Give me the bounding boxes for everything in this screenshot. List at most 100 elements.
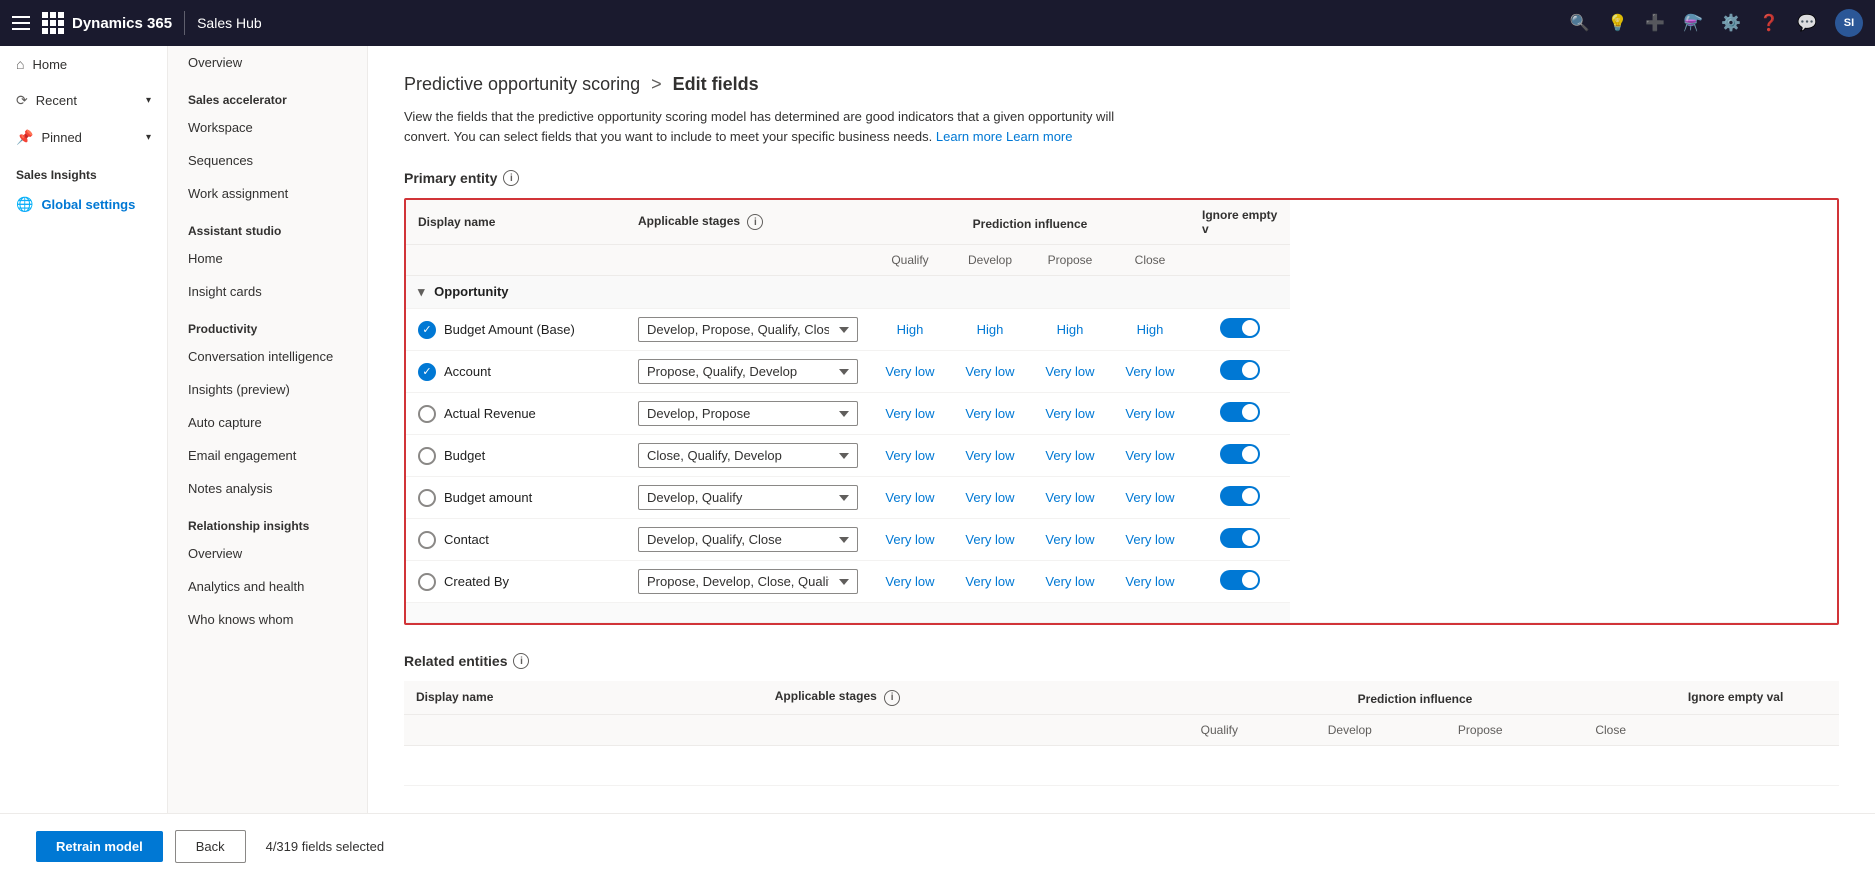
page-description: View the fields that the predictive oppo… xyxy=(404,107,1124,146)
develop-influence[interactable]: Very low xyxy=(962,574,1018,589)
close-influence[interactable]: Very low xyxy=(1122,490,1178,505)
hamburger-menu[interactable] xyxy=(12,16,30,30)
chat-icon[interactable]: 💬 xyxy=(1797,13,1817,33)
qualify-influence[interactable]: Very low xyxy=(882,364,938,379)
row-checkbox[interactable] xyxy=(418,489,436,507)
re-stages-info-icon[interactable]: i xyxy=(884,690,900,706)
sidebar-work-assignment[interactable]: Work assignment xyxy=(168,177,367,210)
sidebar-insight-cards[interactable]: Insight cards xyxy=(168,275,367,308)
row-checkbox[interactable]: ✓ xyxy=(418,321,436,339)
group-chevron[interactable]: ▾ xyxy=(418,284,425,299)
develop-influence[interactable]: Very low xyxy=(962,490,1018,505)
stages-select[interactable]: Develop, Qualify xyxy=(638,485,858,510)
sidebar-item-home[interactable]: ⌂ Home xyxy=(0,46,167,82)
row-checkbox[interactable]: ✓ xyxy=(418,363,436,381)
primary-entity-info-icon[interactable]: i xyxy=(503,170,519,186)
sidebar-notes-analysis[interactable]: Notes analysis xyxy=(168,472,367,505)
develop-influence[interactable]: Very low xyxy=(962,448,1018,463)
propose-influence[interactable]: Very low xyxy=(1042,532,1098,547)
sidebar-sequences[interactable]: Sequences xyxy=(168,144,367,177)
sidebar-overview[interactable]: Overview xyxy=(168,46,367,79)
row-checkbox[interactable] xyxy=(418,531,436,549)
table-row: Actual RevenueDevelop, ProposeVery lowVe… xyxy=(406,393,1837,435)
stages-info-icon[interactable]: i xyxy=(747,214,763,230)
ignore-empty-toggle[interactable] xyxy=(1220,570,1260,590)
nav-divider xyxy=(184,11,185,35)
th-develop: Develop xyxy=(950,245,1030,276)
qualify-influence[interactable]: High xyxy=(882,322,938,337)
ignore-empty-toggle[interactable] xyxy=(1220,318,1260,338)
sidebar-item-recent[interactable]: ⟳ Recent ▾ xyxy=(0,82,167,119)
filter-icon[interactable]: ⚗️ xyxy=(1683,13,1703,33)
develop-influence[interactable]: Very low xyxy=(962,406,1018,421)
close-influence[interactable]: Very low xyxy=(1122,574,1178,589)
sidebar-insights-preview[interactable]: Insights (preview) xyxy=(168,373,367,406)
propose-influence[interactable]: Very low xyxy=(1042,406,1098,421)
propose-influence[interactable]: Very low xyxy=(1042,448,1098,463)
retrain-model-button[interactable]: Retrain model xyxy=(36,831,163,862)
help-icon[interactable]: ❓ xyxy=(1759,13,1779,33)
row-checkbox[interactable] xyxy=(418,405,436,423)
propose-influence[interactable]: High xyxy=(1042,322,1098,337)
sidebar-item-pinned[interactable]: 📌 Pinned ▾ xyxy=(0,119,167,156)
waffle-icon[interactable] xyxy=(42,12,64,34)
qualify-influence[interactable]: Very low xyxy=(882,574,938,589)
qualify-influence[interactable]: Very low xyxy=(882,532,938,547)
ignore-empty-toggle[interactable] xyxy=(1220,360,1260,380)
close-influence[interactable]: Very low xyxy=(1122,406,1178,421)
top-navigation: Dynamics 365 Sales Hub 🔍 💡 ➕ ⚗️ ⚙️ ❓ 💬 S… xyxy=(0,0,1875,46)
close-influence[interactable]: Very low xyxy=(1122,532,1178,547)
stages-select[interactable]: Propose, Qualify, Develop xyxy=(638,359,858,384)
develop-influence[interactable]: High xyxy=(962,322,1018,337)
ignore-empty-toggle[interactable] xyxy=(1220,528,1260,548)
close-influence[interactable]: Very low xyxy=(1122,364,1178,379)
stages-select[interactable]: Develop, Propose xyxy=(638,401,858,426)
avatar[interactable]: SI xyxy=(1835,9,1863,37)
search-icon[interactable]: 🔍 xyxy=(1570,13,1590,33)
th-ignore-empty: Ignore empty v xyxy=(1190,200,1290,245)
sidebar-auto-capture[interactable]: Auto capture xyxy=(168,406,367,439)
row-checkbox[interactable] xyxy=(418,573,436,591)
qualify-influence[interactable]: Very low xyxy=(882,448,938,463)
sidebar-conversation-intelligence[interactable]: Conversation intelligence xyxy=(168,340,367,373)
stages-select[interactable]: Close, Qualify, Develop xyxy=(638,443,858,468)
sidebar-workspace[interactable]: Workspace xyxy=(168,111,367,144)
close-influence[interactable]: High xyxy=(1122,322,1178,337)
related-entities-info-icon[interactable]: i xyxy=(513,653,529,669)
develop-influence[interactable]: Very low xyxy=(962,532,1018,547)
ignore-empty-toggle[interactable] xyxy=(1220,486,1260,506)
ignore-empty-toggle[interactable] xyxy=(1220,402,1260,422)
related-entities-label: Related entities i xyxy=(404,653,1839,669)
learn-more-link[interactable]: Learn more xyxy=(936,129,1002,144)
qualify-influence[interactable]: Very low xyxy=(882,406,938,421)
learn-more-link2[interactable]: Learn more xyxy=(1006,129,1072,144)
th-prediction-influence: Prediction influence xyxy=(870,200,1190,245)
sidebar-overview2[interactable]: Overview xyxy=(168,537,367,570)
ignore-empty-toggle[interactable] xyxy=(1220,444,1260,464)
close-influence[interactable]: Very low xyxy=(1122,448,1178,463)
qualify-influence[interactable]: Very low xyxy=(882,490,938,505)
related-entities-table: Display name Applicable stages i Predict… xyxy=(404,681,1839,786)
row-checkbox[interactable] xyxy=(418,447,436,465)
back-button[interactable]: Back xyxy=(175,830,246,863)
stages-select[interactable]: Develop, Propose, Qualify, Close xyxy=(638,317,858,342)
develop-influence[interactable]: Very low xyxy=(962,364,1018,379)
stages-select[interactable]: Develop, Qualify, Close xyxy=(638,527,858,552)
lightbulb-icon[interactable]: 💡 xyxy=(1607,13,1627,33)
app-logo: Dynamics 365 xyxy=(42,12,172,34)
sidebar-analytics-health[interactable]: Analytics and health xyxy=(168,570,367,603)
propose-influence[interactable]: Very low xyxy=(1042,574,1098,589)
settings-icon[interactable]: ⚙️ xyxy=(1721,13,1741,33)
th-empty2 xyxy=(626,245,870,276)
sidebar-item-global-settings[interactable]: 🌐 Global settings xyxy=(0,186,167,223)
second-sidebar: Overview Sales accelerator Workspace Seq… xyxy=(168,46,368,813)
sidebar-who-knows-whom[interactable]: Who knows whom xyxy=(168,603,367,636)
propose-influence[interactable]: Very low xyxy=(1042,490,1098,505)
stages-select[interactable]: Propose, Develop, Close, Qualify xyxy=(638,569,858,594)
propose-influence[interactable]: Very low xyxy=(1042,364,1098,379)
add-icon[interactable]: ➕ xyxy=(1645,13,1665,33)
th-propose: Propose xyxy=(1030,245,1110,276)
sidebar-home2[interactable]: Home xyxy=(168,242,367,275)
sidebar-email-engagement[interactable]: Email engagement xyxy=(168,439,367,472)
re-th-empty2 xyxy=(763,714,1154,745)
